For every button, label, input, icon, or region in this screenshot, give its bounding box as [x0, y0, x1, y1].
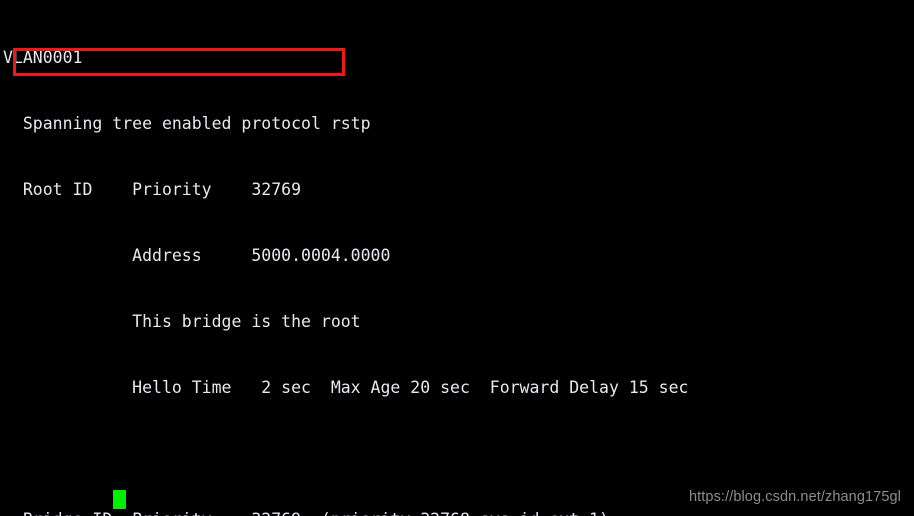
terminal-output: VLAN0001 Spanning tree enabled protocol …: [3, 3, 798, 516]
watermark-text: https://blog.csdn.net/zhang175gl: [689, 489, 901, 505]
terminal-cursor: [113, 490, 126, 509]
output-line-blank-1: [3, 443, 798, 465]
output-line-bridge-priority: Bridge ID Priority 32769 (priority 32768…: [3, 509, 798, 516]
output-line-vlan-name: VLAN0001: [3, 48, 83, 67]
output-line-protocol: Spanning tree enabled protocol rstp: [3, 114, 371, 133]
output-line-root-timers: Hello Time 2 sec Max Age 20 sec Forward …: [3, 378, 689, 397]
output-line-root-priority: Root ID Priority 32769: [3, 180, 302, 199]
output-line-root-status: This bridge is the root: [3, 312, 361, 331]
output-line-root-address: Address 5000.0004.0000: [3, 246, 391, 265]
terminal-window[interactable]: VLAN0001 Spanning tree enabled protocol …: [0, 0, 914, 516]
